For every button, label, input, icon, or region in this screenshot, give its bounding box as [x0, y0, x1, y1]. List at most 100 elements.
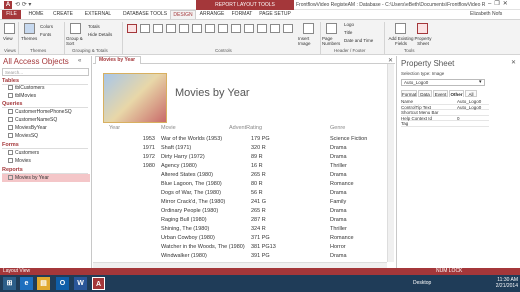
table-row[interactable]: Shining, The (1980) 324 R Thriller [103, 226, 383, 235]
tab-page-setup[interactable]: PAGE SETUP [258, 10, 292, 19]
totals-button[interactable]: Totals [88, 24, 100, 29]
cell-movie[interactable]: Watcher in the Woods, The (1980) [161, 244, 245, 250]
nav-item-query[interactable]: CustomerHomePhoneSQ [8, 108, 90, 116]
table-row[interactable]: Urban Cowboy (1980) 371 PG Romance [103, 235, 383, 244]
web-browser-tool-icon[interactable] [205, 24, 215, 33]
themes-icon[interactable] [24, 23, 35, 34]
prop-tab-event[interactable]: Event [433, 90, 448, 97]
cell-genre[interactable]: Drama [330, 190, 347, 196]
tab-database-tools[interactable]: DATABASE TOOLS [122, 10, 168, 19]
tab-format[interactable]: FORMAT [228, 10, 256, 19]
tab-arrange[interactable]: ARRANGE [198, 10, 226, 19]
cell-year[interactable]: 1972 [135, 154, 155, 160]
cell-genre[interactable]: Drama [330, 145, 347, 151]
cell-rating[interactable]: 89 R [251, 154, 263, 160]
cell-rating[interactable]: 265 R [251, 172, 266, 178]
cell-rating[interactable]: 287 R [251, 217, 266, 223]
cell-rating[interactable]: 324 R [251, 226, 266, 232]
file-explorer-icon[interactable]: ▤ [37, 277, 50, 290]
prop-tab-all[interactable]: All [465, 90, 477, 97]
cell-rating[interactable]: 56 R [251, 190, 263, 196]
table-row[interactable]: Windwalker (1980) 391 PG Drama [103, 253, 383, 262]
close-icon[interactable]: ✕ [503, 1, 511, 7]
report-title[interactable]: Movies by Year [175, 87, 250, 99]
header-genre[interactable]: Genre [330, 125, 345, 131]
cell-rating[interactable]: 265 R [251, 208, 266, 214]
tab-external-data[interactable]: EXTERNAL DATA [78, 10, 118, 26]
cell-genre[interactable]: Family [330, 199, 346, 205]
tab-control-icon[interactable] [179, 24, 189, 33]
table-row[interactable]: Dogs of War, The (1980) 56 R Drama [103, 190, 383, 199]
property-sheet-button[interactable]: Property Sheet [413, 36, 433, 46]
cell-movie[interactable]: Ordinary People (1980) [161, 208, 218, 214]
cell-rating[interactable]: 80 R [251, 181, 263, 187]
window-controls[interactable]: –❐✕ [488, 0, 511, 7]
label-tool-icon[interactable] [153, 24, 163, 33]
cell-movie[interactable]: Shaft (1971) [161, 145, 191, 151]
cell-rating[interactable]: 179 PG [251, 136, 270, 142]
group-sort-button[interactable]: Group & Sort [66, 36, 88, 46]
property-value[interactable]: Auto_Logo0 [457, 99, 481, 104]
table-row[interactable]: Altered States (1980) 265 R Drama [103, 172, 383, 181]
access-icon[interactable]: A [92, 277, 105, 290]
nav-item-report[interactable]: Movies by Year [2, 174, 90, 182]
cell-genre[interactable]: Romance [330, 181, 354, 187]
report-logo-image[interactable] [103, 73, 167, 123]
user-name[interactable]: Elizabeth Nofs [470, 11, 502, 17]
cell-movie[interactable]: Dirty Harry (1972) [161, 154, 205, 160]
nav-section-queries[interactable]: Queries [2, 101, 88, 108]
nav-item-query[interactable]: MoviesByYear [8, 124, 90, 132]
close-icon[interactable]: ✕ [511, 59, 516, 66]
insert-image-icon[interactable] [303, 23, 314, 34]
cell-movie[interactable]: Raging Bull (1980) [161, 217, 207, 223]
cell-genre[interactable]: Romance [330, 235, 354, 241]
nav-section-forms[interactable]: Forms [2, 142, 88, 149]
option-group-icon[interactable] [231, 24, 241, 33]
cell-genre[interactable]: Drama [330, 154, 347, 160]
select-tool-icon[interactable] [127, 24, 137, 33]
cell-movie[interactable]: Blue Lagoon, The (1980) [161, 181, 222, 187]
view-icon[interactable] [4, 23, 15, 34]
nav-item-query[interactable]: MoviesSQ [8, 132, 90, 140]
system-clock[interactable]: 11:30 AM 2/21/2014 [490, 277, 518, 289]
title-button[interactable]: Title [344, 30, 352, 35]
line-tool-icon[interactable] [283, 24, 293, 33]
button-tool-icon[interactable] [166, 24, 176, 33]
cell-movie[interactable]: Mirror Crack'd, The (1980) [161, 199, 225, 205]
property-row[interactable]: Tag [401, 121, 489, 127]
restore-icon[interactable]: ❐ [494, 1, 502, 7]
nav-item-form[interactable]: Customers [8, 149, 90, 157]
cell-genre[interactable]: Science Fiction [330, 136, 367, 142]
date-time-button[interactable]: Date and Time [344, 38, 373, 43]
document-tab[interactable]: Movies by Year [95, 56, 141, 64]
chart-tool-icon[interactable] [270, 24, 280, 33]
desktop-toolbar[interactable]: Desktop [413, 280, 431, 286]
header-rating[interactable]: AdventRating [229, 125, 262, 131]
access-app-icon[interactable]: A [4, 1, 12, 9]
start-icon[interactable]: ⊞ [3, 277, 16, 290]
report-canvas[interactable]: Movies by Year Year Movie AdventRating G… [93, 64, 387, 262]
nav-item-query[interactable]: CustomerNameSQ [8, 116, 90, 124]
header-movie[interactable]: Movie [161, 125, 176, 131]
prop-tab-data[interactable]: Data [418, 90, 432, 97]
cell-movie[interactable]: Urban Cowboy (1980) [161, 235, 215, 241]
themes-button[interactable]: Themes [21, 36, 37, 41]
prop-tab-format[interactable]: Format [401, 90, 417, 97]
nav-section-reports[interactable]: Reports [2, 167, 88, 174]
internet-explorer-icon[interactable]: e [20, 277, 33, 290]
nav-item-table[interactable]: tblCustomers [8, 84, 90, 92]
cell-movie[interactable]: Dogs of War, The (1980) [161, 190, 221, 196]
cell-rating[interactable]: 371 PG [251, 235, 270, 241]
tab-file[interactable]: FILE [2, 10, 21, 19]
property-sheet-icon[interactable] [417, 23, 428, 34]
cell-genre[interactable]: Drama [330, 217, 347, 223]
word-icon[interactable]: W [74, 277, 87, 290]
cell-year[interactable]: 1971 [135, 145, 155, 151]
table-row[interactable]: 1980 Agency (1980) 16 R Thriller [103, 163, 383, 172]
vertical-scrollbar[interactable] [387, 64, 394, 262]
group-sort-icon[interactable] [70, 23, 81, 34]
page-numbers-button[interactable]: Page Numbers [322, 36, 342, 46]
cell-rating[interactable]: 16 R [251, 163, 263, 169]
colors-button[interactable]: Colors [40, 24, 53, 29]
table-row[interactable]: 1971 Shaft (1971) 320 R Drama [103, 145, 383, 154]
